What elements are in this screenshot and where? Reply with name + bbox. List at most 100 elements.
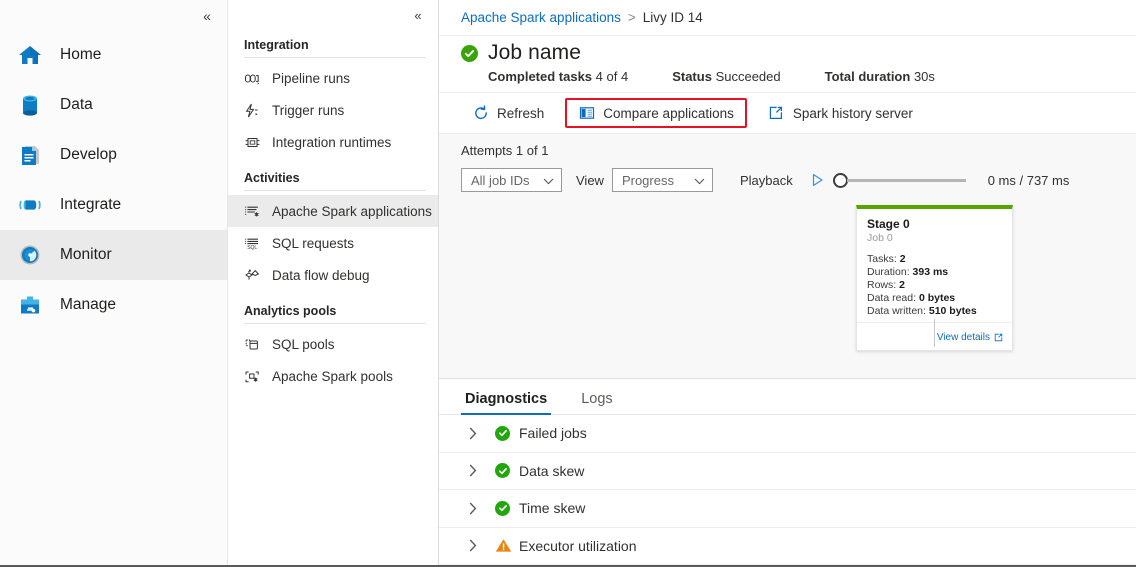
warning-icon xyxy=(495,538,519,553)
rail-item-list: Home Data Develop Integrate xyxy=(0,0,227,330)
chevron-down-icon xyxy=(694,173,705,188)
database-icon xyxy=(14,89,46,121)
sidebar-item-apache-spark-pools[interactable]: Apache Spark pools xyxy=(228,360,438,392)
playback-time-readout: 0 ms / 737 ms xyxy=(988,173,1070,188)
stage-stat-row: Duration: 393 ms xyxy=(867,266,1002,279)
sql-pools-icon xyxy=(244,335,264,353)
spark-history-server-button[interactable]: Spark history server xyxy=(757,98,924,128)
open-external-icon xyxy=(994,333,1003,342)
open-external-icon xyxy=(768,105,785,122)
slider-thumb[interactable] xyxy=(833,173,848,188)
sidebar-item-manage[interactable]: Manage xyxy=(0,280,227,330)
sidebar-item-label: Data flow debug xyxy=(272,268,370,283)
app-window: « Home Data Develop xyxy=(0,0,1136,567)
spark-applications-icon xyxy=(244,202,264,220)
stage-stats: Tasks: 2 Duration: 393 ms Rows: 2 Data xyxy=(867,253,1002,318)
list-item[interactable]: Time skew xyxy=(439,490,1136,528)
chevron-right-icon[interactable] xyxy=(469,539,495,552)
integration-runtimes-icon xyxy=(244,133,264,151)
sql-requests-icon: SQL xyxy=(244,234,264,252)
sidebar-item-sql-requests[interactable]: SQL SQL requests xyxy=(228,227,438,259)
list-item[interactable]: Data skew xyxy=(439,453,1136,491)
job-meta-row: Completed tasks 4 of 4 Status Succeeded … xyxy=(488,69,1136,84)
view-value: Progress xyxy=(622,173,674,188)
breadcrumb: Apache Spark applications > Livy ID 14 xyxy=(439,0,1136,36)
tab-logs[interactable]: Logs xyxy=(577,391,616,414)
job-ids-dropdown[interactable]: All job IDs xyxy=(461,168,562,192)
play-icon[interactable] xyxy=(811,173,824,187)
job-title-row: Job name xyxy=(461,41,1136,65)
subnav-collapse-button[interactable]: « xyxy=(407,4,429,26)
attempts-label: Attempts 1 of 1 xyxy=(461,143,548,158)
chevron-right-icon[interactable] xyxy=(469,427,495,440)
stat-label: Rows: xyxy=(867,279,896,291)
view-details-link[interactable]: View details xyxy=(937,332,1003,343)
sidebar-item-integration-runtimes[interactable]: Integration runtimes xyxy=(228,126,438,158)
stage-connector-line xyxy=(934,319,935,347)
sidebar-item-data[interactable]: Data xyxy=(0,80,227,130)
refresh-button[interactable]: Refresh xyxy=(461,98,555,128)
view-details-label: View details xyxy=(937,332,990,343)
stat-value: 2 xyxy=(900,253,906,265)
tab-strip: Diagnostics Logs xyxy=(439,379,1136,415)
trigger-runs-icon xyxy=(244,101,264,119)
command-bar: Refresh Compare applications Spark histo… xyxy=(439,93,1136,134)
sidebar-item-label: Trigger runs xyxy=(272,103,344,118)
success-check-icon xyxy=(495,426,519,441)
graph-canvas: Attempts 1 of 1 All job IDs View Progres… xyxy=(439,134,1136,379)
stat-label: Tasks: xyxy=(867,253,897,265)
meta-label: Status xyxy=(672,69,712,84)
meta-value: 30s xyxy=(914,69,935,84)
document-icon xyxy=(14,139,46,171)
sidebar-item-data-flow-debug[interactable]: Data flow debug xyxy=(228,259,438,291)
tab-diagnostics[interactable]: Diagnostics xyxy=(461,391,551,414)
compare-applications-button[interactable]: Compare applications xyxy=(565,98,747,128)
job-header: Job name Completed tasks 4 of 4 Status S… xyxy=(439,36,1136,93)
sidebar-item-apache-spark-applications[interactable]: Apache Spark applications xyxy=(228,195,438,227)
meta-label: Completed tasks xyxy=(488,69,592,84)
stat-value: 393 ms xyxy=(913,266,949,278)
sidebar-item-label: Pipeline runs xyxy=(272,71,350,86)
diagnostics-panel: Diagnostics Logs Failed jobs D xyxy=(439,379,1136,565)
main-content: Apache Spark applications > Livy ID 14 J… xyxy=(439,0,1136,565)
toolbox-icon xyxy=(14,289,46,321)
slider-track[interactable] xyxy=(847,179,966,182)
stage-stat-row: Data written: 510 bytes xyxy=(867,305,1002,318)
meta-total-duration: Total duration 30s xyxy=(825,69,935,84)
stat-value: 2 xyxy=(899,279,905,291)
nav-group-divider xyxy=(244,323,426,324)
svg-text:SQL: SQL xyxy=(247,245,257,251)
sidebar-item-monitor[interactable]: Monitor xyxy=(0,230,227,280)
sidebar-item-label: Integrate xyxy=(60,196,121,214)
list-item-label: Failed jobs xyxy=(519,425,587,441)
view-dropdown[interactable]: Progress xyxy=(612,168,713,192)
stage-card-body: Stage 0 Job 0 Tasks: 2 Duration: 393 ms … xyxy=(857,209,1012,322)
playback-slider[interactable] xyxy=(833,173,966,188)
success-check-icon xyxy=(495,463,519,478)
breadcrumb-root-link[interactable]: Apache Spark applications xyxy=(461,10,621,25)
stage-title: Stage 0 xyxy=(867,217,1002,231)
refresh-label: Refresh xyxy=(497,106,544,121)
success-check-icon xyxy=(495,501,519,516)
sidebar-item-sql-pools[interactable]: SQL pools xyxy=(228,328,438,360)
rail-collapse-button[interactable]: « xyxy=(195,4,219,28)
chevron-right-icon[interactable] xyxy=(469,502,495,515)
list-item[interactable]: Executor utilization xyxy=(439,528,1136,566)
stage-stat-row: Data read: 0 bytes xyxy=(867,292,1002,305)
breadcrumb-current: Livy ID 14 xyxy=(643,10,703,25)
sidebar-item-label: Manage xyxy=(60,296,116,314)
pipeline-icon xyxy=(14,189,46,221)
sidebar-item-develop[interactable]: Develop xyxy=(0,130,227,180)
sidebar-item-pipeline-runs[interactable]: Pipeline runs xyxy=(228,62,438,94)
stat-value: 510 bytes xyxy=(929,305,977,317)
chevron-right-icon[interactable] xyxy=(469,464,495,477)
list-item[interactable]: Failed jobs xyxy=(439,415,1136,453)
sidebar-item-home[interactable]: Home xyxy=(0,30,227,80)
meta-value: 4 of 4 xyxy=(596,69,629,84)
stage-stat-row: Rows: 2 xyxy=(867,279,1002,292)
sidebar-item-integrate[interactable]: Integrate xyxy=(0,180,227,230)
sidebar-item-label: Monitor xyxy=(60,246,112,264)
sidebar-item-label: Data xyxy=(60,96,93,114)
monitor-icon xyxy=(14,239,46,271)
sidebar-item-trigger-runs[interactable]: Trigger runs xyxy=(228,94,438,126)
